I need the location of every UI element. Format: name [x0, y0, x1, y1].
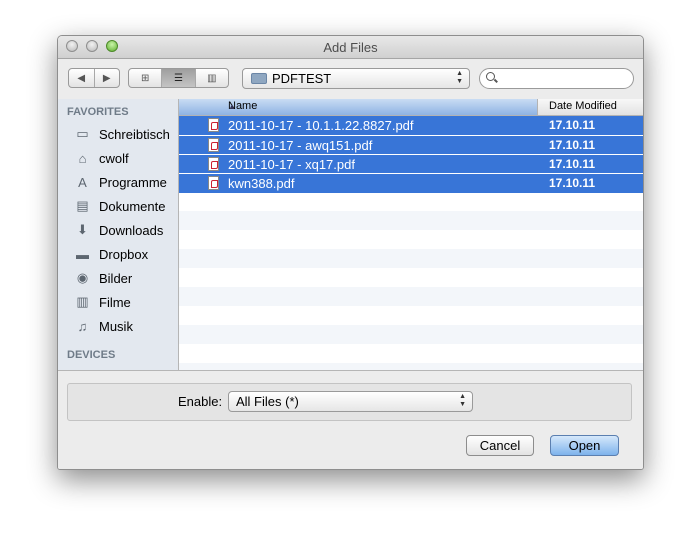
- sidebar-item-label: Schreibtisch: [99, 126, 170, 142]
- search-field[interactable]: [479, 68, 634, 89]
- sidebar-item-label: Bilder: [99, 270, 133, 286]
- popup-arrows-icon: ▲ ▼: [456, 70, 463, 85]
- sidebar-item-label: Dropbox: [99, 246, 149, 262]
- downloads-icon: ⬇: [77, 222, 88, 237]
- folder-icon: ▬: [76, 246, 89, 262]
- sidebar-item-dokumente[interactable]: ▤ Dokumente: [74, 195, 178, 217]
- applications-icon: A: [78, 174, 87, 190]
- icon-view-button[interactable]: ⊞: [129, 69, 161, 87]
- empty-row: [179, 287, 643, 306]
- forward-button[interactable]: ▶: [93, 69, 120, 87]
- dialog-footer: Enable: All Files (*) ▲ ▼ Cancel Open: [58, 370, 643, 469]
- camera-icon: ◉: [76, 270, 89, 285]
- column-view-icon: ▥: [207, 72, 217, 84]
- sidebar-item-downloads[interactable]: ⬇ Downloads: [74, 219, 178, 241]
- enable-filter-value: All Files (*): [236, 394, 299, 409]
- pdf-file-icon: [208, 157, 219, 171]
- cancel-button[interactable]: Cancel: [466, 435, 534, 456]
- file-row[interactable]: 2011-10-17 - xq17.pdf 17.10.11: [179, 154, 643, 174]
- file-date: 17.10.11: [549, 138, 596, 152]
- search-icon: [486, 72, 495, 81]
- empty-row: [179, 211, 643, 230]
- file-row[interactable]: kwn388.pdf 17.10.11: [179, 173, 643, 193]
- sidebar-item-label: Musik: [99, 318, 133, 334]
- sidebar-item-label: Programme: [99, 174, 167, 190]
- empty-row: [179, 306, 643, 325]
- film-icon: ▥: [76, 294, 89, 309]
- sidebar-item-programme[interactable]: A Programme: [74, 171, 178, 193]
- add-files-dialog: Add Files ◀ ▶ ⊞ ☰ ▥ PDFTEST ▲ ▼ FAVORITES…: [57, 35, 644, 470]
- column-view-button[interactable]: ▥: [194, 69, 228, 87]
- devices-heading: DEVICES: [67, 349, 116, 361]
- sidebar-item-label: cwolf: [99, 150, 129, 166]
- file-date: 17.10.11: [549, 157, 596, 171]
- pdf-file-icon: [208, 138, 219, 152]
- forward-arrow-icon: ▶: [102, 72, 111, 84]
- sidebar-item-dropbox[interactable]: ▬ Dropbox: [74, 243, 178, 265]
- sidebar-item-schreibtisch[interactable]: ▭ Schreibtisch: [74, 123, 178, 145]
- name-column-header[interactable]: Name ▲: [179, 99, 538, 115]
- empty-row: [179, 363, 643, 370]
- file-row[interactable]: 2011-10-17 - awq151.pdf 17.10.11: [179, 135, 643, 155]
- sidebar: FAVORITES ▭ Schreibtisch ⌂ cwolf A Programm…: [58, 99, 179, 370]
- pdf-file-icon: [208, 118, 219, 132]
- pdf-file-icon: [208, 176, 219, 190]
- music-icon: ♫: [77, 318, 88, 334]
- desktop-icon: ▭: [76, 126, 89, 141]
- sidebar-item-label: Dokumente: [99, 198, 166, 214]
- back-button[interactable]: ◀: [69, 69, 94, 87]
- icon-view-icon: ⊞: [140, 72, 150, 84]
- sort-ascending-icon: ▲: [228, 102, 236, 111]
- enable-filter-select[interactable]: All Files (*) ▲ ▼: [228, 391, 473, 412]
- popup-arrows-icon: ▲ ▼: [459, 393, 466, 408]
- sidebar-item-cwolf[interactable]: ⌂ cwolf: [74, 147, 178, 169]
- date-modified-column-header[interactable]: Date Modified: [549, 100, 617, 112]
- open-button[interactable]: Open: [550, 435, 619, 456]
- sidebar-item-musik[interactable]: ♫ Musik: [74, 315, 178, 337]
- enable-label: Enable:: [178, 394, 223, 409]
- favorites-heading: FAVORITES: [67, 106, 129, 118]
- file-list: Name ▲ Date Modified 2011-10-17 - 10.1.1…: [179, 99, 643, 370]
- empty-row: [179, 230, 643, 249]
- file-name: kwn388.pdf: [228, 176, 295, 191]
- empty-row: [179, 268, 643, 287]
- sidebar-item-filme[interactable]: ▥ Filme: [74, 291, 178, 313]
- empty-row: [179, 192, 643, 211]
- search-input[interactable]: [500, 71, 632, 88]
- window-title: Add Files: [323, 40, 378, 55]
- sidebar-item-label: Filme: [99, 294, 131, 310]
- location-label: PDFTEST: [272, 71, 332, 86]
- location-popup[interactable]: PDFTEST ▲ ▼: [242, 68, 470, 89]
- back-forward-control: ◀ ▶: [68, 68, 120, 88]
- home-icon: ⌂: [78, 150, 87, 166]
- file-date: 17.10.11: [549, 176, 596, 190]
- view-mode-control: ⊞ ☰ ▥: [128, 68, 229, 88]
- list-view-icon: ☰: [174, 72, 183, 84]
- title-bar[interactable]: Add Files: [58, 36, 643, 59]
- file-row[interactable]: 2011-10-17 - 10.1.1.22.8827.pdf 17.10.11: [179, 116, 643, 135]
- documents-icon: ▤: [76, 198, 89, 213]
- file-list-header: Name ▲ Date Modified: [179, 99, 643, 116]
- empty-row: [179, 344, 643, 363]
- list-view-button[interactable]: ☰: [161, 69, 195, 87]
- options-box: Enable: All Files (*) ▲ ▼: [67, 383, 632, 421]
- back-arrow-icon: ◀: [77, 72, 86, 84]
- sidebar-item-bilder[interactable]: ◉ Bilder: [74, 267, 178, 289]
- file-name: 2011-10-17 - awq151.pdf: [228, 138, 373, 153]
- sidebar-item-label: Downloads: [99, 222, 164, 238]
- folder-icon: [251, 73, 267, 84]
- file-name: 2011-10-17 - xq17.pdf: [228, 157, 355, 172]
- empty-row: [179, 325, 643, 344]
- file-date: 17.10.11: [549, 118, 596, 132]
- empty-row: [179, 249, 643, 268]
- file-name: 2011-10-17 - 10.1.1.22.8827.pdf: [228, 118, 414, 133]
